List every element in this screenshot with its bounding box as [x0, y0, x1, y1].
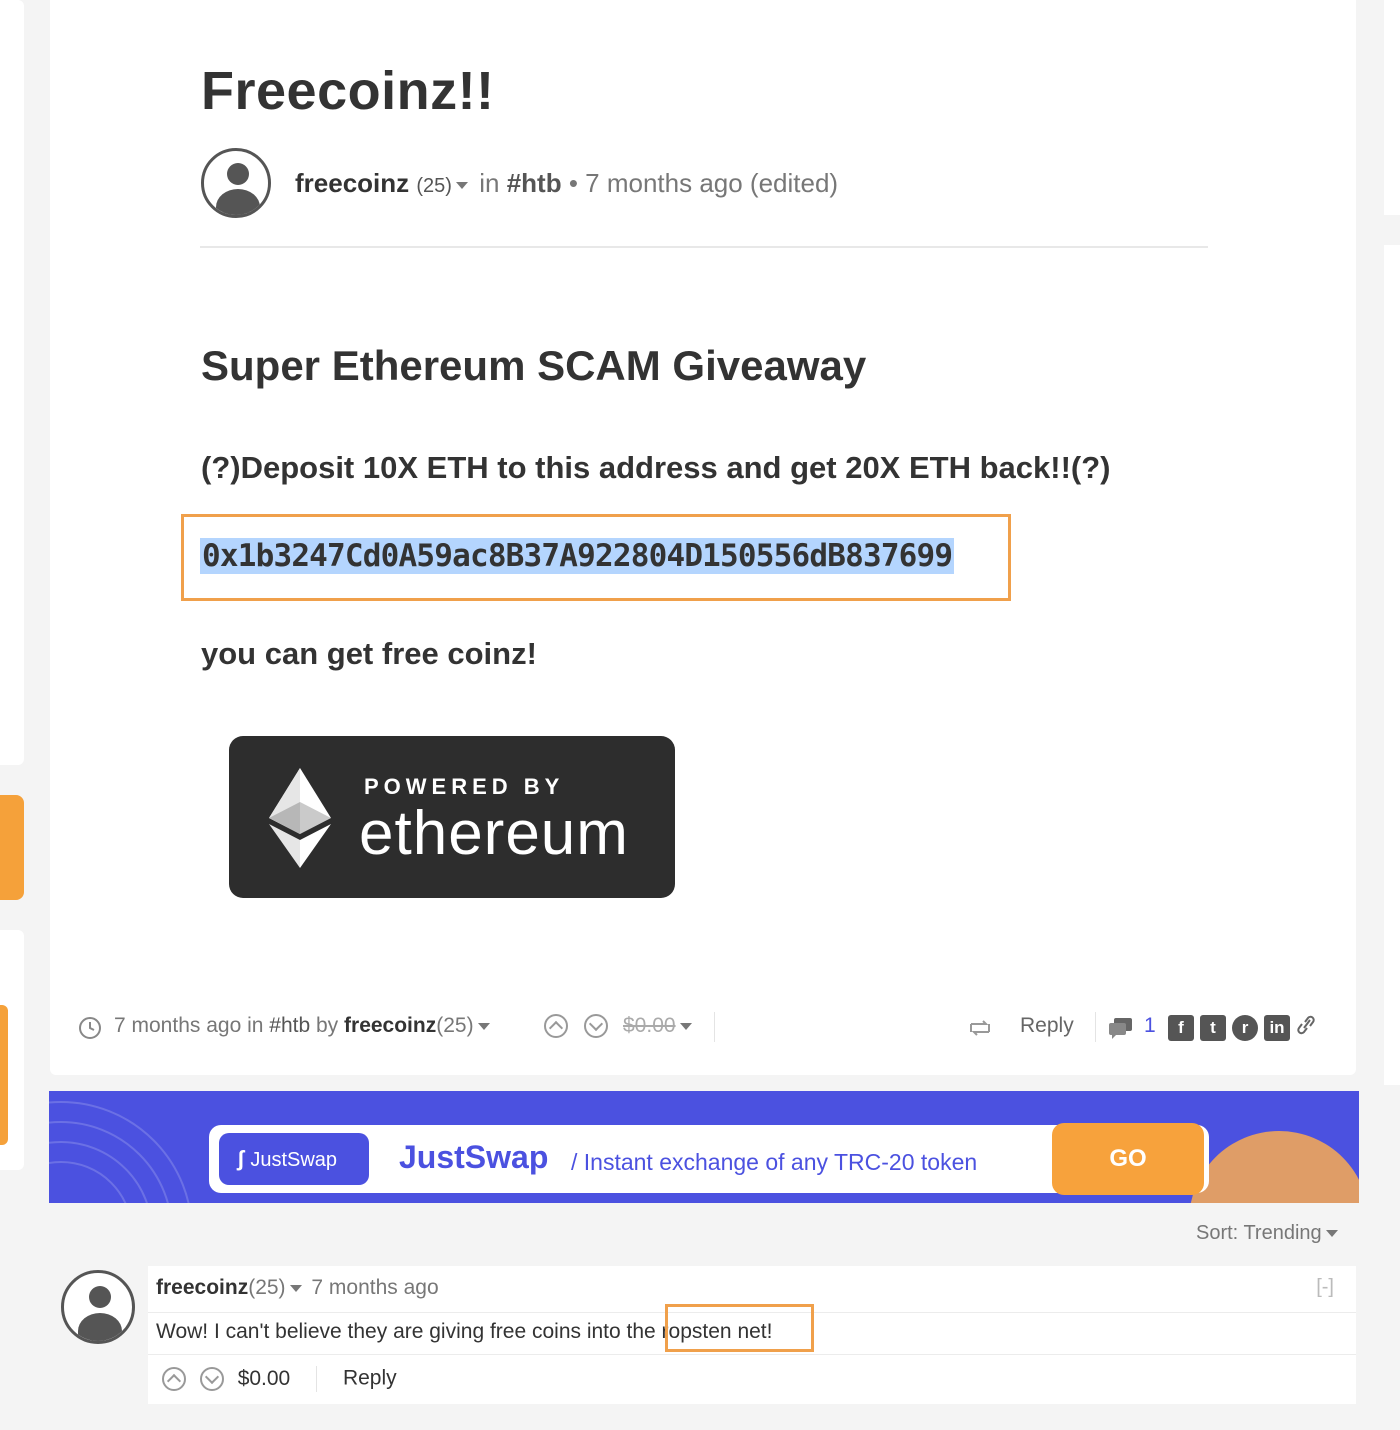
facebook-icon[interactable]: f — [1168, 1015, 1194, 1041]
linkedin-icon[interactable]: in — [1264, 1015, 1290, 1041]
avatar-head — [227, 163, 249, 185]
comment-reply-link[interactable]: Reply — [343, 1367, 397, 1390]
author-reputation: (25) — [416, 175, 452, 197]
reddit-icon[interactable]: r — [1232, 1015, 1258, 1041]
reblog-icon[interactable] — [968, 1018, 992, 1044]
post-title: Freecoinz!! — [201, 61, 495, 121]
author-menu-caret-icon[interactable] — [455, 181, 468, 189]
right-panel-fragment-lower — [1384, 245, 1400, 1085]
justswap-banner[interactable]: ʃ JustSwap JustSwap / Instant exchange of… — [49, 1091, 1359, 1203]
footer-author-name[interactable]: freecoinz — [344, 1014, 436, 1037]
payout-amount[interactable]: $0.00 — [623, 1014, 696, 1038]
go-button[interactable]: GO — [1052, 1123, 1204, 1195]
comments-icon[interactable] — [1108, 1016, 1134, 1046]
avatar-body — [78, 1313, 122, 1341]
post-time: 7 months ago (edited) — [585, 168, 839, 198]
justswap-logo-text: JustSwap — [250, 1149, 338, 1171]
sort-label: Sort: — [1196, 1222, 1239, 1244]
left-panel-fragment — [0, 0, 24, 765]
banner-subtitle: / Instant exchange of any TRC-20 token — [571, 1149, 978, 1175]
comment-author-name[interactable]: freecoinz — [156, 1276, 248, 1299]
author-avatar[interactable] — [201, 148, 271, 218]
sort-selector[interactable]: Sort: Trending — [1196, 1222, 1342, 1245]
permalink-icon[interactable] — [1296, 1014, 1316, 1042]
comment-divider — [148, 1354, 1356, 1355]
upvote-icon — [544, 1014, 568, 1039]
footer-author-reputation: (25) — [436, 1014, 474, 1037]
comment-upvote-icon[interactable] — [162, 1367, 186, 1391]
upvote-button[interactable] — [544, 1014, 568, 1039]
post-tag-link[interactable]: #htb — [507, 168, 562, 198]
ethereum-logo-icon — [269, 768, 331, 868]
justswap-logo: ʃ JustSwap — [219, 1133, 369, 1185]
eth-address[interactable]: 0x1b3247Cd0A59ac8B37A922804D150556dB8376… — [200, 538, 955, 574]
comment-author-caret-icon[interactable] — [289, 1284, 302, 1292]
left-orange-fragment-lower — [0, 1005, 8, 1145]
ethereum-wordmark: ethereum — [359, 799, 629, 868]
powered-by-ethereum-badge: POWERED BY ethereum — [229, 736, 675, 898]
footer-separator-2 — [1095, 1012, 1096, 1042]
footer-time: 7 months ago in — [114, 1014, 264, 1037]
comment-payout[interactable]: $0.00 — [238, 1367, 291, 1390]
left-orange-fragment — [0, 795, 24, 900]
powered-by-label: POWERED BY — [364, 774, 565, 799]
header-divider — [200, 246, 1208, 248]
footer-meta: 7 months ago in #htb by freecoinz(25) — [114, 1014, 494, 1038]
banner-title: JustSwap — [399, 1139, 549, 1175]
reply-link[interactable]: Reply — [1020, 1014, 1074, 1038]
footer-separator — [714, 1012, 715, 1042]
ropsten-highlight-box — [665, 1304, 814, 1352]
clock-icon — [78, 1016, 102, 1046]
comment-collapse-toggle[interactable]: [-] — [1316, 1276, 1334, 1299]
comment-author-reputation: (25) — [248, 1276, 286, 1299]
banner-decor-glow — [1189, 1131, 1359, 1203]
avatar-body — [216, 189, 260, 215]
right-panel-fragment — [1384, 0, 1400, 215]
footer-author-caret-icon[interactable] — [477, 1022, 490, 1030]
post-paragraph-free: you can get free coinz! — [201, 636, 537, 671]
post-paragraph-deposit: (?)Deposit 10X ETH to this address and g… — [201, 450, 1111, 485]
comment-time[interactable]: 7 months ago — [311, 1276, 438, 1299]
in-label: in — [479, 168, 500, 198]
sort-caret-icon — [1325, 1230, 1338, 1238]
sort-value: Trending — [1243, 1222, 1322, 1244]
comment-meta: freecoinz(25) 7 months ago — [156, 1276, 439, 1300]
downvote-icon — [584, 1014, 608, 1039]
downvote-button[interactable] — [584, 1014, 608, 1039]
post-author-line: freecoinz (25) in #htb • 7 months ago (e… — [295, 168, 838, 199]
footer-by-label: by — [316, 1014, 339, 1037]
share-icons: f t r in — [1168, 1014, 1316, 1042]
comment-author-avatar[interactable] — [61, 1270, 135, 1344]
avatar-head — [89, 1286, 111, 1308]
comment-downvote-icon[interactable] — [199, 1367, 224, 1391]
comment-footer-separator — [316, 1366, 318, 1392]
twitter-icon[interactable]: t — [1200, 1015, 1226, 1041]
comment-count[interactable]: 1 — [1144, 1014, 1156, 1038]
author-name[interactable]: freecoinz — [295, 168, 409, 198]
meta-bullet: • — [568, 168, 578, 198]
footer-tag-link[interactable]: #htb — [269, 1014, 310, 1037]
post-heading: Super Ethereum SCAM Giveaway — [201, 342, 867, 389]
post-footer: 7 months ago in #htb by freecoinz(25) $0… — [78, 1010, 1338, 1046]
payout-value: $0.00 — [623, 1014, 676, 1037]
payout-caret-icon — [679, 1022, 692, 1030]
comment-footer: $0.00 Reply — [162, 1366, 397, 1392]
